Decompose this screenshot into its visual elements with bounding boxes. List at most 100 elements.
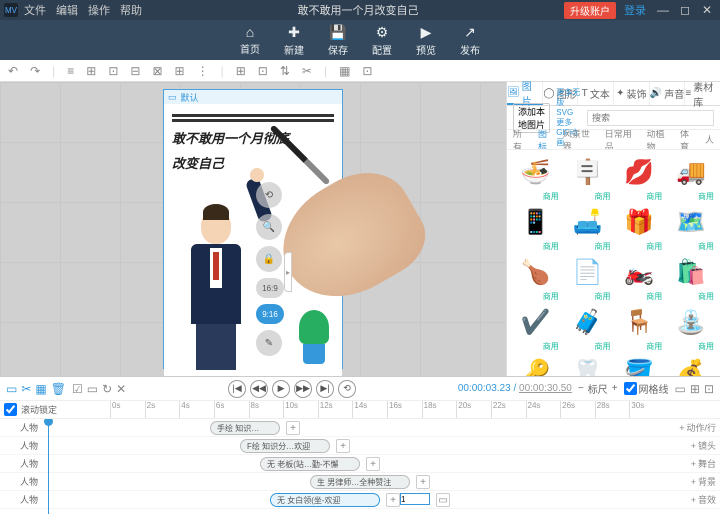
asset-item[interactable]: 🗺️商用 <box>666 204 716 252</box>
tl-clip-icon[interactable]: ▭ <box>6 382 17 396</box>
time-ruler[interactable]: 0s2s4s6s8s10s12s14s16s18s20s22s24s26s28s… <box>110 401 664 418</box>
menu-edit[interactable]: 编辑 <box>56 2 78 18</box>
category-日常用品[interactable]: 日常用品 <box>605 130 639 150</box>
asset-item[interactable]: 🪣 <box>615 354 665 376</box>
side-add-button[interactable]: + <box>691 495 696 505</box>
tl-grid-icon[interactable]: ▦ <box>35 382 46 396</box>
asset-item[interactable]: 🏍️商用 <box>615 254 665 302</box>
gridline-checkbox[interactable]: 网格线 <box>624 381 669 396</box>
tl-check-icon[interactable]: ☑ <box>72 382 83 396</box>
loop-button[interactable]: ⟲ <box>338 380 356 398</box>
zoom-tool[interactable]: 🔍 <box>256 214 282 240</box>
zoom-in-button[interactable]: + <box>612 383 618 394</box>
tl-rect-icon[interactable]: ▭ <box>87 382 98 396</box>
tl-x-icon[interactable]: ✕ <box>116 382 126 396</box>
fwd-button[interactable]: ▶▶ <box>294 380 312 398</box>
add-clip-button[interactable]: + <box>366 457 380 471</box>
panel-tab-声音[interactable]: 🔊声音 <box>650 82 686 105</box>
toolbar-icon[interactable]: ⊞ <box>86 64 96 78</box>
asset-item[interactable]: 🔑 <box>511 354 561 376</box>
play-button[interactable]: ▶ <box>272 380 290 398</box>
panel-tab-图片[interactable]: 🖼图片 <box>507 82 543 105</box>
add-clip-button[interactable]: + <box>336 439 350 453</box>
add-clip-button[interactable]: + <box>416 475 430 489</box>
nav-5[interactable]: ↗发布 <box>460 24 480 57</box>
tl-del-icon[interactable]: 🗑 <box>51 382 66 396</box>
asset-item[interactable]: ⛲商用 <box>666 304 716 352</box>
login-link[interactable]: 登录 <box>624 2 646 18</box>
asset-item[interactable]: 📱商用 <box>511 204 561 252</box>
add-local-image-button[interactable]: 添加本地图片 <box>513 103 550 133</box>
upgrade-button[interactable]: 升级账户 <box>564 2 616 19</box>
asset-item[interactable]: 💋商用 <box>615 154 665 202</box>
clip-edit-input[interactable] <box>400 493 430 505</box>
category-所有[interactable]: 所有 <box>513 130 530 150</box>
nav-0[interactable]: ⌂首页 <box>240 24 260 56</box>
menu-file[interactable]: 文件 <box>24 2 46 18</box>
toolbar-icon[interactable]: ⊡ <box>258 64 268 78</box>
asset-item[interactable]: 🪧商用 <box>563 154 613 202</box>
canvas-area[interactable]: ▭ 默认 敢不敢用一个月彻底 改变自己 <box>0 82 506 376</box>
category-图标[interactable]: 图标 <box>538 130 555 150</box>
side-add-button[interactable]: + <box>691 459 696 469</box>
tl-refresh-icon[interactable]: ↻ <box>102 382 112 396</box>
nav-4[interactable]: ▶预览 <box>416 24 436 57</box>
tl-cut-icon[interactable]: ✂ <box>21 382 31 396</box>
canvas-frame[interactable]: ▭ 默认 敢不敢用一个月彻底 改变自己 <box>163 89 343 369</box>
pen-tool[interactable]: ✎ <box>256 330 282 356</box>
scroll-lock-checkbox[interactable] <box>4 403 17 416</box>
character-businessman[interactable] <box>176 208 256 368</box>
side-add-button[interactable]: + <box>691 441 696 451</box>
tl-opt1-icon[interactable]: ▭ <box>675 382 686 396</box>
asset-item[interactable]: 🦷 <box>563 354 613 376</box>
asset-item[interactable]: 🍜商用 <box>511 154 561 202</box>
minimize-button[interactable]: — <box>654 3 672 17</box>
toolbar-icon[interactable]: ▦ <box>339 64 350 78</box>
next-button[interactable]: ▶| <box>316 380 334 398</box>
nav-2[interactable]: 💾保存 <box>328 24 348 57</box>
asset-item[interactable]: ✔️商用 <box>511 304 561 352</box>
asset-item[interactable]: 🍗商用 <box>511 254 561 302</box>
toolbar-icon[interactable]: ↷ <box>30 64 40 78</box>
asset-search-input[interactable] <box>587 110 714 126</box>
row-track[interactable]: F绘 知识分…欢迎 + <box>110 437 664 454</box>
tl-opt2-icon[interactable]: ⊞ <box>690 382 700 396</box>
rotate-tool[interactable]: ⟲ <box>256 182 282 208</box>
side-add-button[interactable]: + <box>679 423 684 433</box>
timeline-clip[interactable]: 手绘 知识… <box>210 421 280 435</box>
prev-button[interactable]: |◀ <box>228 380 246 398</box>
maximize-button[interactable]: ◻ <box>676 3 694 17</box>
category-人[interactable]: 人 <box>705 133 714 146</box>
toolbar-icon[interactable]: ≡ <box>67 64 74 78</box>
add-clip-button[interactable]: + <box>386 493 400 507</box>
row-track[interactable]: 无 老板(站…勤-不懈+ <box>110 455 664 472</box>
toolbar-icon[interactable]: ⊡ <box>108 64 118 78</box>
menu-action[interactable]: 操作 <box>88 2 110 18</box>
more-svg-link[interactable]: 更多无版SVG <box>556 88 581 118</box>
clip-extra-icon[interactable]: ▭ <box>436 493 450 507</box>
row-track[interactable]: 无 女白领(坐-欢迎+▭ <box>110 491 664 508</box>
asset-item[interactable]: 🛋️商用 <box>563 204 613 252</box>
toolbar-icon[interactable]: ⊞ <box>175 64 185 78</box>
asset-item[interactable]: 🚚商用 <box>666 154 716 202</box>
tl-opt3-icon[interactable]: ⊡ <box>704 382 714 396</box>
side-add-button[interactable]: + <box>691 477 696 487</box>
back-button[interactable]: ◀◀ <box>250 380 268 398</box>
row-track[interactable]: 手绘 知识… + <box>110 419 664 436</box>
panel-collapse-handle[interactable]: ▸ <box>284 252 292 292</box>
toolbar-icon[interactable]: ⊠ <box>152 64 162 78</box>
total-time[interactable]: 00:00:30.50 <box>519 383 572 394</box>
timeline-clip[interactable]: F绘 知识分…欢迎 <box>240 439 330 453</box>
panel-tab-文本[interactable]: T文本 <box>578 82 614 105</box>
ratio-9-16[interactable]: 9:16 <box>256 304 284 324</box>
panel-tab-装饰[interactable]: ✦装饰 <box>614 82 650 105</box>
toolbar-icon[interactable]: ⊡ <box>362 64 372 78</box>
asset-item[interactable]: 💰 <box>666 354 716 376</box>
asset-item[interactable]: 🎁商用 <box>615 204 665 252</box>
toolbar-icon[interactable]: ✂ <box>302 64 312 78</box>
plant-decor[interactable] <box>296 310 332 370</box>
add-clip-button[interactable]: + <box>286 421 300 435</box>
category-体育[interactable]: 体育 <box>680 130 697 150</box>
timeline-clip[interactable]: 生 男律师…全种赞注 <box>310 475 410 489</box>
category-动植物[interactable]: 动植物 <box>647 130 672 150</box>
